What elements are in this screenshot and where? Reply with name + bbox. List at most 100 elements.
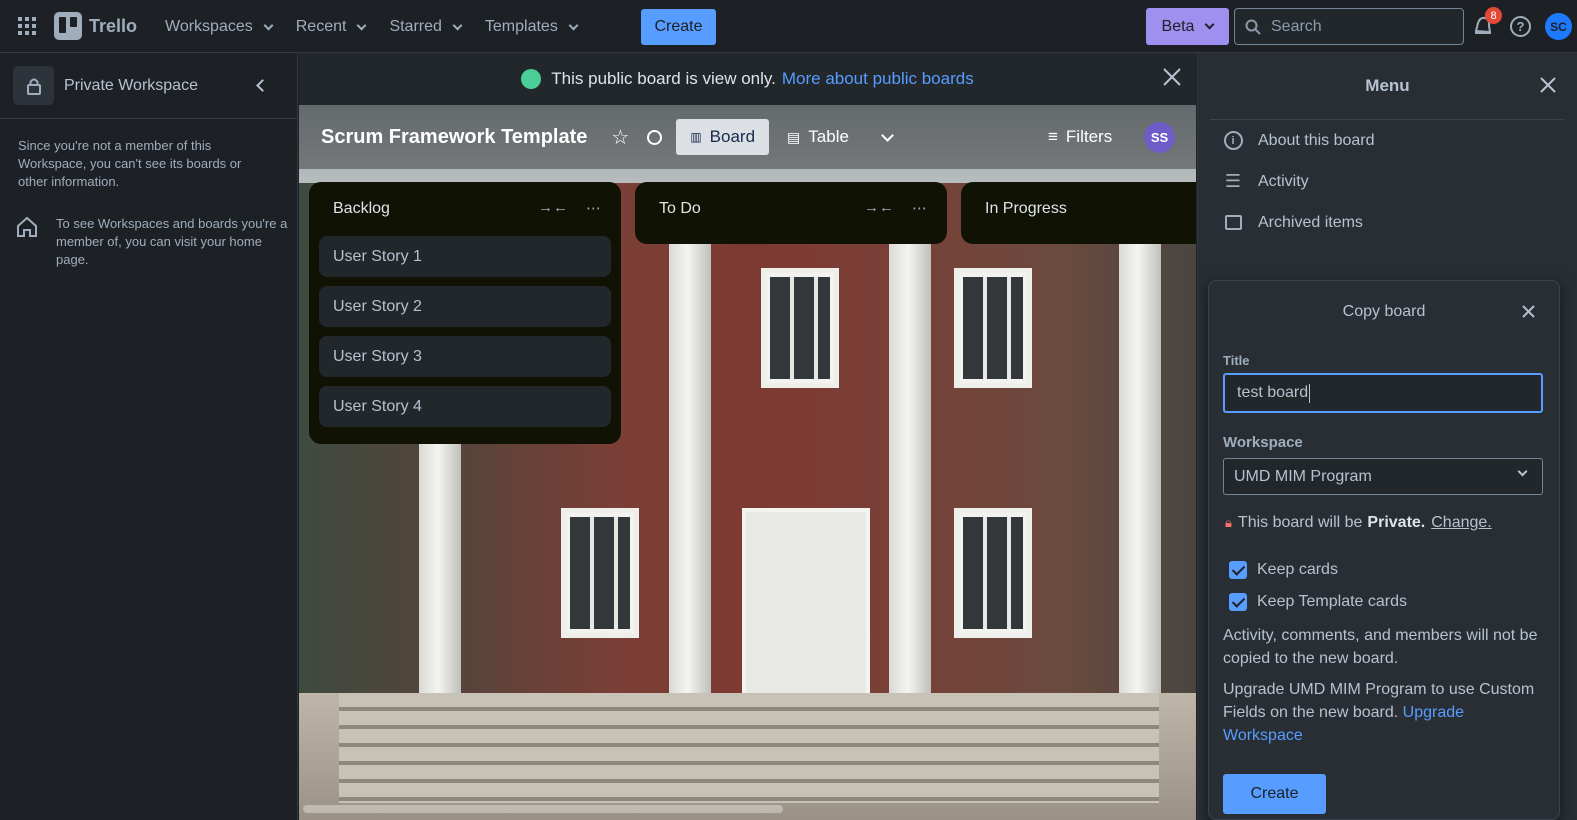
upgrade-text: Upgrade UMD MIM Program to use Custom Fi… bbox=[1223, 681, 1535, 721]
chevron-down-icon bbox=[1205, 19, 1215, 30]
board-title-input[interactable]: test board bbox=[1223, 373, 1543, 413]
checkbox-checked-icon bbox=[1229, 561, 1247, 579]
nav-starred-label: Starred bbox=[389, 18, 442, 35]
menu-about-board[interactable]: i About this board bbox=[1198, 120, 1577, 161]
chevron-down-icon bbox=[263, 20, 274, 30]
list-menu-icon[interactable]: ⋯ bbox=[912, 199, 927, 217]
star-icon[interactable]: ☆ bbox=[611, 125, 629, 150]
horizontal-scrollbar[interactable] bbox=[303, 805, 783, 813]
search-input[interactable]: Search bbox=[1234, 8, 1464, 45]
board-header: Scrum Framework Template ☆ ▥ Board ▤ Tab… bbox=[299, 105, 1196, 169]
more-views-chevron-icon[interactable] bbox=[881, 128, 894, 142]
nav-starred[interactable]: Starred bbox=[379, 9, 470, 45]
menu-activity[interactable]: ☰ Activity bbox=[1198, 161, 1577, 202]
keep-cards-checkbox[interactable]: Keep cards bbox=[1229, 561, 1338, 579]
workspace-select[interactable]: UMD MIM Program bbox=[1223, 458, 1543, 495]
app-name: Trello bbox=[89, 15, 138, 36]
board-title[interactable]: Scrum Framework Template bbox=[321, 126, 587, 149]
card[interactable]: User Story 4 bbox=[319, 386, 611, 427]
workspace-sidebar: Private Workspace Since you're not a mem… bbox=[0, 53, 298, 820]
close-popover-icon[interactable] bbox=[1522, 305, 1535, 323]
globe-icon bbox=[521, 69, 542, 89]
copy-board-popover: Copy board Title test board Workspace UM… bbox=[1208, 280, 1560, 820]
list-title[interactable]: Backlog bbox=[333, 200, 390, 218]
nav-workspaces[interactable]: Workspaces bbox=[155, 9, 282, 45]
background-window bbox=[954, 508, 1032, 638]
list-menu-icon[interactable]: ⋯ bbox=[586, 199, 601, 217]
workspace-header: Private Workspace bbox=[0, 53, 297, 119]
list-title[interactable]: In Progress bbox=[985, 200, 1067, 218]
background-pillar bbox=[1119, 183, 1161, 703]
visibility-globe-icon[interactable] bbox=[647, 129, 663, 145]
title-label: Title bbox=[1223, 353, 1250, 368]
avatar[interactable]: SC bbox=[1545, 13, 1572, 40]
background-stairs bbox=[339, 693, 1159, 803]
menu-item-label: Archived items bbox=[1258, 213, 1363, 231]
create-button[interactable]: Create bbox=[641, 9, 716, 45]
search-icon bbox=[1245, 19, 1261, 35]
member-avatar[interactable]: SS bbox=[1144, 122, 1175, 153]
privacy-value: Private. bbox=[1367, 514, 1426, 531]
menu-item-label: Activity bbox=[1258, 172, 1309, 190]
help-icon[interactable]: ? bbox=[1510, 16, 1531, 37]
change-privacy-link[interactable]: Change. bbox=[1431, 514, 1492, 532]
list-header: In Progress bbox=[971, 182, 1196, 236]
list-title[interactable]: To Do bbox=[659, 200, 701, 218]
nav-recent[interactable]: Recent bbox=[286, 9, 376, 45]
chevron-down-icon bbox=[356, 20, 367, 30]
list-backlog: Backlog →← ⋯ User Story 1 User Story 2 Us… bbox=[309, 182, 621, 444]
public-boards-link[interactable]: More about public boards bbox=[782, 69, 974, 89]
workspace-lock-icon bbox=[13, 66, 54, 105]
filters-label: Filters bbox=[1065, 127, 1113, 146]
nav-templates[interactable]: Templates bbox=[475, 9, 587, 45]
table-icon: ▤ bbox=[787, 128, 801, 145]
create-copy-button[interactable]: Create bbox=[1223, 774, 1326, 814]
app-switcher-icon[interactable] bbox=[18, 17, 36, 35]
search-placeholder: Search bbox=[1271, 17, 1322, 35]
home-page-hint: To see Workspaces and boards you're a me… bbox=[56, 216, 288, 267]
workspace-select-value: UMD MIM Program bbox=[1234, 467, 1372, 485]
keep-template-cards-checkbox[interactable]: Keep Template cards bbox=[1229, 593, 1407, 611]
card[interactable]: User Story 1 bbox=[319, 236, 611, 277]
keep-template-cards-label: Keep Template cards bbox=[1257, 593, 1408, 610]
info-icon: i bbox=[1222, 130, 1244, 152]
board-view-icon: ▥ bbox=[690, 130, 702, 144]
background-pillar bbox=[669, 183, 711, 703]
trello-logo-icon bbox=[54, 12, 82, 40]
banner-text: This public board is view only. bbox=[551, 69, 776, 88]
close-icon[interactable] bbox=[1162, 67, 1182, 87]
notifications-button[interactable]: 8 bbox=[1472, 7, 1502, 40]
top-navigation-bar: Trello Workspaces Recent Starred Templat… bbox=[0, 0, 1577, 53]
checkbox-checked-icon bbox=[1229, 593, 1247, 611]
chevron-down-icon bbox=[568, 20, 579, 30]
list-in-progress: In Progress bbox=[961, 182, 1196, 244]
nav-templates-label: Templates bbox=[484, 18, 558, 35]
upgrade-notice: Upgrade UMD MIM Program to use Custom Fi… bbox=[1223, 678, 1548, 747]
card[interactable]: User Story 2 bbox=[319, 286, 611, 327]
lock-icon: 🔒︎ bbox=[1225, 515, 1232, 530]
filters-button[interactable]: ≡ Filters bbox=[1034, 119, 1126, 155]
board-title-value: test board bbox=[1237, 384, 1309, 401]
collapse-list-icon[interactable]: →← bbox=[538, 199, 568, 217]
privacy-notice: 🔒︎ This board will be Private. Change. bbox=[1225, 514, 1492, 532]
menu-archived-items[interactable]: Archived items bbox=[1198, 202, 1577, 243]
close-menu-icon[interactable] bbox=[1540, 77, 1556, 98]
table-view-button[interactable]: ▤ Table bbox=[773, 119, 863, 155]
nav-workspaces-label: Workspaces bbox=[165, 18, 253, 35]
background-window bbox=[954, 268, 1032, 388]
card[interactable]: User Story 3 bbox=[319, 336, 611, 377]
board-canvas: This public board is view only. More abo… bbox=[299, 53, 1196, 820]
beta-button[interactable]: Beta bbox=[1146, 8, 1229, 45]
collapse-list-icon[interactable]: →← bbox=[864, 199, 894, 217]
trello-logo[interactable]: Trello bbox=[54, 12, 137, 40]
background-window bbox=[761, 268, 839, 388]
chevron-down-icon bbox=[452, 20, 463, 30]
archive-icon bbox=[1222, 212, 1244, 234]
copy-info-text: Activity, comments, and members will not… bbox=[1223, 627, 1538, 667]
popover-title: Copy board bbox=[1342, 303, 1426, 320]
nav-recent-label: Recent bbox=[295, 18, 347, 35]
board-menu-panel: Menu i About this board ☰ Activity Archi… bbox=[1197, 53, 1577, 820]
collapse-sidebar-icon[interactable] bbox=[256, 79, 269, 92]
background-door bbox=[742, 508, 870, 713]
board-view-button[interactable]: ▥ Board bbox=[676, 119, 770, 155]
